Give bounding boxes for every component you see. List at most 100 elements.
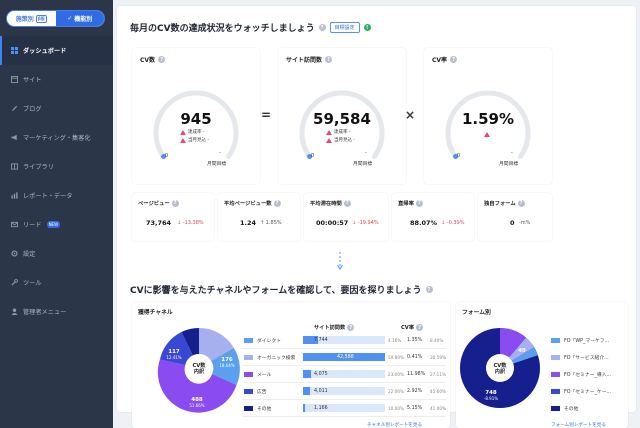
kpi-card-cv: CV数 ? 945 達成率 - 当月見込 - 0 - 月間目標 bbox=[132, 48, 260, 184]
help-icon[interactable]: ? bbox=[343, 199, 351, 207]
channel-legend-item[interactable]: その他 bbox=[244, 405, 271, 412]
donut-label-pct: -8.91% bbox=[483, 396, 499, 401]
visits-value: 7,744 bbox=[314, 337, 328, 343]
form-legend-item[interactable]: FO「セミナー_導入... bbox=[551, 371, 611, 378]
channel-report-link[interactable]: チャネル別レポートを見る bbox=[367, 422, 422, 428]
section-title-cv: 毎月のCV数の達成状況をウォッチしましょう ? 目標設定 ! bbox=[130, 21, 371, 34]
sidebar-item-dashboard[interactable]: ダッシュボード bbox=[0, 36, 113, 65]
visits-bar[interactable] bbox=[303, 387, 311, 395]
gauge-max-value: - bbox=[511, 151, 513, 156]
arrow-down-icon bbox=[337, 252, 343, 270]
goal-setting-button[interactable]: 目標設定 bbox=[329, 22, 360, 33]
kpi-value: 945 bbox=[180, 110, 212, 128]
sidebar-item-marketing[interactable]: マーケティング・集客化 bbox=[0, 123, 113, 152]
help-icon[interactable]: ? bbox=[273, 199, 281, 207]
donut-center-line2: 内訳 bbox=[193, 369, 205, 375]
metric-label-text: 平均滞在時間 bbox=[310, 201, 342, 207]
visits-bar[interactable] bbox=[303, 370, 312, 378]
gauge-min: 0 bbox=[457, 154, 461, 159]
channel-legend-item[interactable]: オーガニック検索 bbox=[244, 354, 295, 361]
section-title-factors: CVに影響を与えたチャネルやフォームを確認して、要因を探りましょう ? bbox=[130, 283, 433, 296]
visits-value: 1,166 bbox=[314, 405, 328, 411]
metric-value: 1.24 bbox=[240, 219, 257, 227]
equals-operator: = bbox=[261, 108, 272, 122]
cvr-value: 0.41% bbox=[407, 354, 423, 360]
info-icon[interactable]: ! bbox=[363, 24, 371, 31]
multiply-operator: × bbox=[405, 108, 416, 122]
main-content: 毎月のCV数の達成状況をウォッチしましょう ? 目標設定 ! CV数 ? 945… bbox=[113, 0, 640, 428]
metric-label-text: ページビュー bbox=[138, 201, 170, 207]
form-legend-item[interactable]: FO「WP_マーケフ... bbox=[551, 337, 609, 344]
channel-legend-item[interactable]: 広告 bbox=[244, 388, 267, 395]
monthly-forecast-text: 当月見込 - bbox=[188, 138, 210, 143]
help-icon[interactable]: ? bbox=[347, 324, 355, 331]
form-legend-item[interactable]: FO「サービス紹介... bbox=[551, 354, 609, 361]
help-icon[interactable]: ? bbox=[425, 286, 433, 293]
visits-bar[interactable] bbox=[303, 404, 306, 412]
sidebar-item-library[interactable]: ライブラリ bbox=[0, 152, 113, 181]
mode-toggle[interactable]: 施策別 β版 ✓ 機能別 bbox=[6, 10, 105, 27]
help-icon[interactable]: ? bbox=[415, 199, 423, 207]
sidebar-item-label: レポート・データ bbox=[23, 193, 73, 200]
cv-share: 27.11% bbox=[430, 372, 446, 377]
donut-label-pct: 12.41% bbox=[166, 355, 182, 360]
sidebar-item-label: ツール bbox=[23, 280, 42, 287]
legend-swatch bbox=[551, 338, 560, 343]
gauge-max-value: - bbox=[219, 151, 221, 156]
metric-card-avg-pageviews: 平均ページビュー数? 1.24 ↑ 1.85% bbox=[218, 193, 300, 241]
sidebar-item-label: ブログ bbox=[23, 106, 42, 113]
legend-label: ダイレクト bbox=[257, 339, 281, 344]
legend-label: FO「セミナー_導入... bbox=[564, 373, 612, 378]
metric-value: 00:00:57 bbox=[316, 219, 349, 227]
section-title-text: CVに影響を与えたチャネルやフォームを確認して、要因を探りましょう bbox=[130, 286, 422, 296]
cv-share: 8.40% bbox=[430, 338, 444, 343]
metric-change: ↓ -0.39% bbox=[441, 220, 465, 226]
gauge-max-label: 月間目標 bbox=[499, 162, 519, 167]
channel-breakdown-card: 獲得チャネル CV数 内訳 117 12.41% 176 18.64% 488 51.… bbox=[132, 302, 450, 428]
metric-value: 73,764 bbox=[146, 219, 172, 227]
sidebar-item-lead[interactable]: リード NEW bbox=[0, 210, 113, 239]
row-divider bbox=[242, 399, 446, 400]
mode-by-measure-button[interactable]: 施策別 β版 bbox=[7, 11, 56, 26]
wrench-icon bbox=[11, 279, 18, 286]
sidebar: 施策別 β版 ✓ 機能別 ダッシュボード サイト ブログ マーケティング・集客化… bbox=[0, 0, 113, 428]
metric-change: ↓ -19.94% bbox=[352, 220, 379, 226]
metric-label: 平均滞在時間? bbox=[310, 199, 351, 207]
sidebar-item-settings[interactable]: 設定 bbox=[0, 239, 113, 268]
legend-label: FO「サービス紹介... bbox=[564, 356, 609, 361]
sidebar-item-blog[interactable]: ブログ bbox=[0, 94, 113, 123]
cvr-value: 2.92% bbox=[407, 388, 423, 394]
help-icon[interactable]: ? bbox=[517, 199, 525, 207]
help-icon[interactable]: ? bbox=[318, 24, 326, 31]
row-divider bbox=[242, 348, 446, 349]
achievement-rate-text: 達成率 - bbox=[334, 130, 351, 135]
sidebar-item-label: ライブラリ bbox=[23, 164, 54, 171]
monthly-forecast: 当月見込 - bbox=[180, 137, 209, 143]
sidebar-item-report[interactable]: レポート・データ bbox=[0, 181, 113, 210]
help-icon[interactable]: ? bbox=[416, 324, 424, 331]
sidebar-item-tools[interactable]: ツール bbox=[0, 268, 113, 297]
form-legend-item[interactable]: その他 bbox=[551, 405, 578, 412]
metric-label: 直帰率? bbox=[398, 199, 423, 207]
kpi-value: 1.59% bbox=[461, 110, 515, 128]
sidebar-item-label: サイト bbox=[23, 77, 42, 84]
warning-triangle-icon bbox=[180, 129, 186, 135]
mode-by-function-button[interactable]: ✓ 機能別 bbox=[55, 11, 104, 26]
dashboard-icon bbox=[11, 47, 18, 54]
metric-card-pageviews: ページビュー? 73,764 ↓ -13.38% bbox=[132, 193, 214, 241]
column-header-text: サイト訪問数 bbox=[314, 325, 346, 331]
sidebar-item-site[interactable]: サイト bbox=[0, 65, 113, 94]
channel-legend-item[interactable]: ダイレクト bbox=[244, 337, 281, 344]
form-legend-item[interactable]: FO「セミナー_ケー... bbox=[551, 388, 611, 395]
sidebar-item-admin[interactable]: 管理者メニュー bbox=[0, 297, 113, 326]
cvr-value: 11.98% bbox=[407, 371, 426, 377]
form-report-link[interactable]: フォーム別レポートを見る bbox=[551, 422, 606, 428]
row-divider bbox=[242, 382, 446, 383]
help-icon[interactable]: ? bbox=[171, 199, 179, 207]
row-divider bbox=[242, 416, 446, 417]
legend-label: FO「WP_マーケフ... bbox=[564, 339, 610, 344]
megaphone-icon bbox=[11, 134, 18, 141]
cvr-value: 5.15% bbox=[407, 405, 423, 411]
mail-icon bbox=[11, 221, 18, 228]
channel-legend-item[interactable]: メール bbox=[244, 371, 271, 378]
